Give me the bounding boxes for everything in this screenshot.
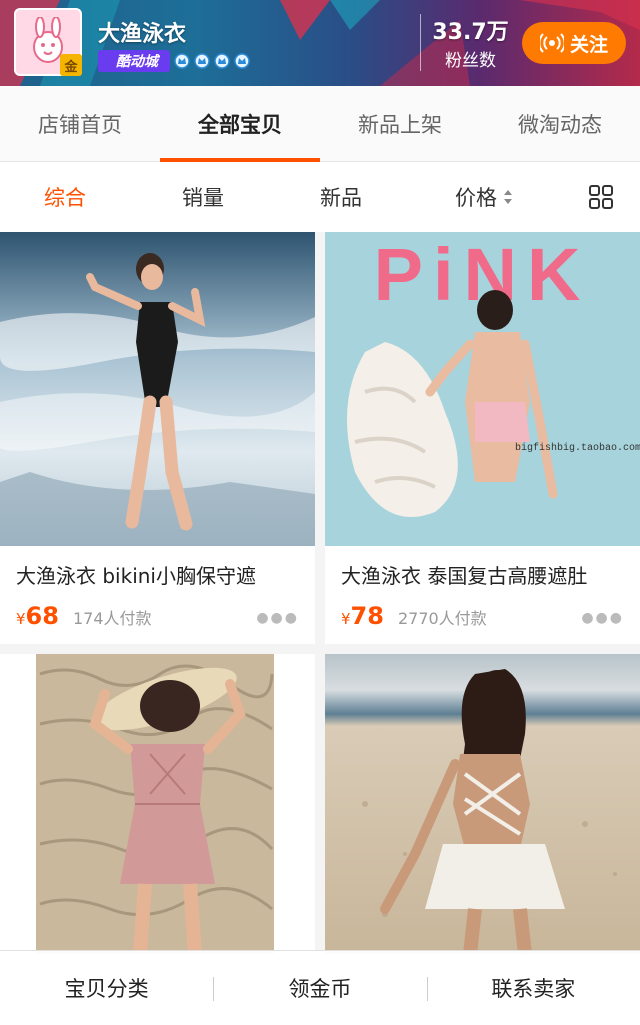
crown-icon	[174, 53, 190, 69]
tab-shop-home[interactable]: 店铺首页	[0, 86, 160, 161]
product-card[interactable]: 大渔泳衣 bikini小胸保守遮 ¥68 174人付款 ●●●	[0, 232, 315, 644]
tab-weitao-feed[interactable]: 微淘动态	[480, 86, 640, 161]
sort-bar: 综合 销量 新品 价格	[0, 162, 640, 232]
sold-count: 174人付款	[72, 609, 152, 628]
broadcast-icon	[539, 33, 564, 53]
gold-badge: 金	[60, 54, 82, 76]
more-options-icon[interactable]: ●●●	[256, 610, 299, 626]
sort-sales[interactable]: 销量	[130, 182, 276, 212]
follow-label: 关注	[569, 33, 608, 56]
product-card[interactable]	[0, 654, 315, 954]
currency-symbol: ¥	[16, 610, 26, 628]
fans-count: 33.7万	[432, 20, 509, 45]
product-card[interactable]: PiNK bigfishbig.taobao.com 大渔泳衣 泰国复古高腰遮肚…	[325, 232, 640, 644]
tab-all-items[interactable]: 全部宝贝	[160, 86, 320, 162]
grid-view-icon	[589, 185, 613, 209]
currency-symbol: ¥	[341, 610, 351, 628]
product-title: 大渔泳衣 泰国复古高腰遮肚	[341, 564, 588, 588]
more-options-icon[interactable]: ●●●	[581, 610, 624, 626]
crown-icon	[234, 53, 250, 69]
watermark-text: bigfishbig.taobao.com	[515, 442, 640, 454]
shop-header: 金 大渔泳衣 酷动城 33.7万 粉丝数 关注	[0, 0, 640, 86]
product-title: 大渔泳衣 bikini小胸保守遮	[16, 564, 256, 588]
grid-toggle-button[interactable]	[562, 184, 640, 210]
tab-new-arrivals[interactable]: 新品上架	[320, 86, 480, 161]
price-row: ¥68 174人付款	[16, 602, 152, 630]
sort-new[interactable]: 新品	[276, 182, 406, 212]
product-price: 68	[25, 602, 59, 630]
shop-logo[interactable]: 金	[14, 8, 82, 76]
product-card[interactable]	[325, 654, 640, 954]
shop-rating-row: 酷动城	[98, 50, 250, 72]
sold-count: 2770人付款	[397, 609, 487, 628]
item-category-button[interactable]: 宝贝分类	[0, 973, 213, 1003]
fans-label: 粉丝数	[445, 51, 496, 71]
sort-comprehensive[interactable]: 综合	[0, 182, 130, 212]
follow-button[interactable]: 关注	[522, 22, 626, 64]
crown-icon	[214, 53, 230, 69]
sort-price-label: 价格	[455, 186, 497, 210]
shop-name: 大渔泳衣	[98, 22, 187, 47]
shop-tabs: 店铺首页 全部宝贝 新品上架 微淘动态	[0, 86, 640, 162]
product-image	[0, 232, 315, 546]
price-row: ¥78 2770人付款	[341, 602, 487, 630]
product-image	[0, 654, 315, 954]
product-image	[325, 654, 640, 954]
collect-coins-button[interactable]: 领金币	[213, 973, 426, 1003]
crown-icon	[194, 53, 210, 69]
product-price: 78	[350, 602, 384, 630]
level-badge: 酷动城	[98, 50, 170, 72]
sort-arrows-icon	[504, 190, 512, 204]
bottom-action-bar: 宝贝分类 领金币 联系卖家	[0, 950, 640, 1025]
contact-seller-button[interactable]: 联系卖家	[426, 973, 640, 1003]
sort-price[interactable]: 价格	[406, 182, 562, 212]
fans-counter: 33.7万 粉丝数	[420, 14, 520, 71]
product-image: PiNK bigfishbig.taobao.com	[325, 232, 640, 546]
